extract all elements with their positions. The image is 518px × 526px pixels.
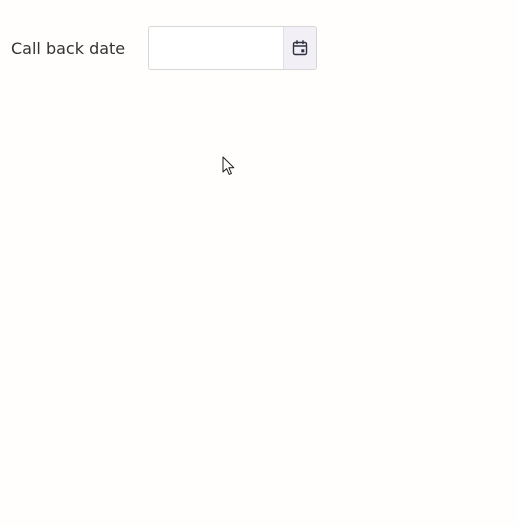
page: Call back date (0, 0, 518, 526)
call-back-date-label: Call back date (11, 38, 126, 58)
call-back-date-input[interactable] (149, 27, 283, 69)
open-calendar-button[interactable] (283, 27, 316, 69)
call-back-date-field: Call back date (11, 26, 317, 70)
call-back-date-picker[interactable] (148, 26, 317, 70)
mouse-pointer-icon (222, 156, 235, 175)
calendar-icon (292, 40, 308, 56)
